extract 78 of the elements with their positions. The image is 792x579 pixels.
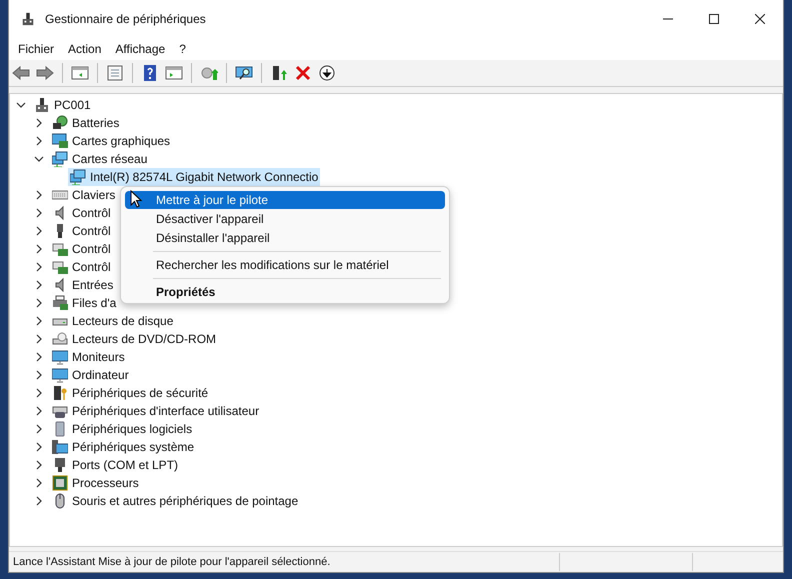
expand-chevron-icon[interactable] <box>34 136 44 146</box>
storage-controller-icon <box>52 241 68 257</box>
tree-item[interactable]: Périphériques système <box>50 438 196 456</box>
tree-item[interactable]: Cartes graphiques <box>50 132 172 150</box>
window-title: Gestionnaire de périphériques <box>45 12 206 26</box>
tree-item[interactable]: Entrées <box>50 276 116 294</box>
menu-item[interactable]: Affichage <box>108 40 172 58</box>
storage-controller-icon <box>52 259 68 275</box>
menu-item[interactable]: ? <box>172 40 193 58</box>
tree-item[interactable]: Cartes réseau <box>50 150 150 168</box>
tree-item[interactable]: Contrôl <box>50 240 113 258</box>
expand-chevron-icon[interactable] <box>34 208 44 218</box>
processor-icon <box>52 475 68 491</box>
security-key-icon <box>52 385 68 401</box>
tree-item[interactable]: Moniteurs <box>50 348 127 366</box>
expand-chevron-icon[interactable] <box>34 370 44 380</box>
network-icon <box>70 169 86 185</box>
network-icon <box>52 151 68 167</box>
download-icon[interactable] <box>317 63 337 83</box>
collapse-chevron-icon[interactable] <box>34 154 44 164</box>
back-arrow-icon[interactable] <box>11 63 31 83</box>
expand-chevron-icon[interactable] <box>34 424 44 434</box>
expand-chevron-icon[interactable] <box>34 226 44 236</box>
battery-icon <box>52 115 68 131</box>
mouse-cursor-icon <box>130 190 142 208</box>
context-menu-item[interactable]: Désinstaller l'appareil <box>125 229 445 247</box>
tree-item[interactable]: PC001 <box>32 96 93 114</box>
computer-icon <box>34 97 50 113</box>
properties-sheet-icon[interactable] <box>105 63 125 83</box>
dvd-drive-icon <box>52 331 68 347</box>
context-menu-item[interactable]: Désactiver l'appareil <box>125 210 445 228</box>
expand-chevron-icon[interactable] <box>34 478 44 488</box>
tree-item[interactable]: Périphériques d'interface utilisateur <box>50 402 262 420</box>
tree-item[interactable]: Contrôl <box>50 222 113 240</box>
expand-chevron-icon[interactable] <box>34 190 44 200</box>
expand-chevron-icon[interactable] <box>34 244 44 254</box>
context-menu-item[interactable]: Mettre à jour le pilote <box>125 191 445 209</box>
expand-chevron-icon[interactable] <box>34 460 44 470</box>
expand-chevron-icon[interactable] <box>34 388 44 398</box>
tree-item[interactable]: Claviers <box>50 186 118 204</box>
tree-item[interactable]: Souris et autres périphériques de pointage <box>50 492 300 510</box>
expand-chevron-icon[interactable] <box>34 352 44 362</box>
delete-icon[interactable] <box>293 63 313 83</box>
tree-item[interactable]: Contrôl <box>50 204 113 222</box>
expand-chevron-icon[interactable] <box>34 406 44 416</box>
monitor-icon <box>52 367 68 383</box>
forward-arrow-icon[interactable] <box>35 63 55 83</box>
app-icon <box>21 12 35 26</box>
system-icon <box>52 439 68 455</box>
expand-chevron-icon[interactable] <box>34 118 44 128</box>
menu-item[interactable]: Action <box>61 40 108 58</box>
expand-chevron-icon[interactable] <box>34 316 44 326</box>
status-text: Lance l'Assistant Mise à jour de pilote pour l'appareil sélectionné. <box>12 556 332 568</box>
context-menu-item[interactable]: Propriétés <box>125 283 445 301</box>
tree-item[interactable]: Intel(R) 82574L Gigabit Network Connectio <box>68 168 320 186</box>
tree-item[interactable]: Périphériques de sécurité <box>50 384 210 402</box>
printer-icon <box>52 295 68 311</box>
expand-chevron-icon[interactable] <box>34 496 44 506</box>
port-icon <box>52 457 68 473</box>
monitor-icon <box>52 349 68 365</box>
tree-item[interactable]: Ports (COM et LPT) <box>50 456 180 474</box>
expand-chevron-icon[interactable] <box>34 442 44 452</box>
expand-chevron-icon[interactable] <box>34 334 44 344</box>
context-menu-item[interactable]: Rechercher les modifications sur le matériel <box>125 256 445 274</box>
expand-chevron-icon[interactable] <box>34 262 44 272</box>
tree-item[interactable]: Processeurs <box>50 474 141 492</box>
collapse-chevron-icon[interactable] <box>16 100 26 110</box>
tree-item[interactable]: Batteries <box>50 114 122 132</box>
tree-item[interactable]: Lecteurs de disque <box>50 312 176 330</box>
tree-item[interactable]: Files d'a <box>50 294 118 312</box>
tree-item[interactable]: Périphériques logiciels <box>50 420 194 438</box>
tree-item[interactable]: Ordinateur <box>50 366 131 384</box>
expand-chevron-icon[interactable] <box>34 280 44 290</box>
tree-item[interactable]: Lecteurs de DVD/CD-ROM <box>50 330 218 348</box>
menu-item[interactable]: Fichier <box>11 40 62 58</box>
tree-item[interactable]: Contrôl <box>50 258 113 276</box>
display-adapter-icon <box>52 133 68 149</box>
expand-chevron-icon[interactable] <box>34 298 44 308</box>
